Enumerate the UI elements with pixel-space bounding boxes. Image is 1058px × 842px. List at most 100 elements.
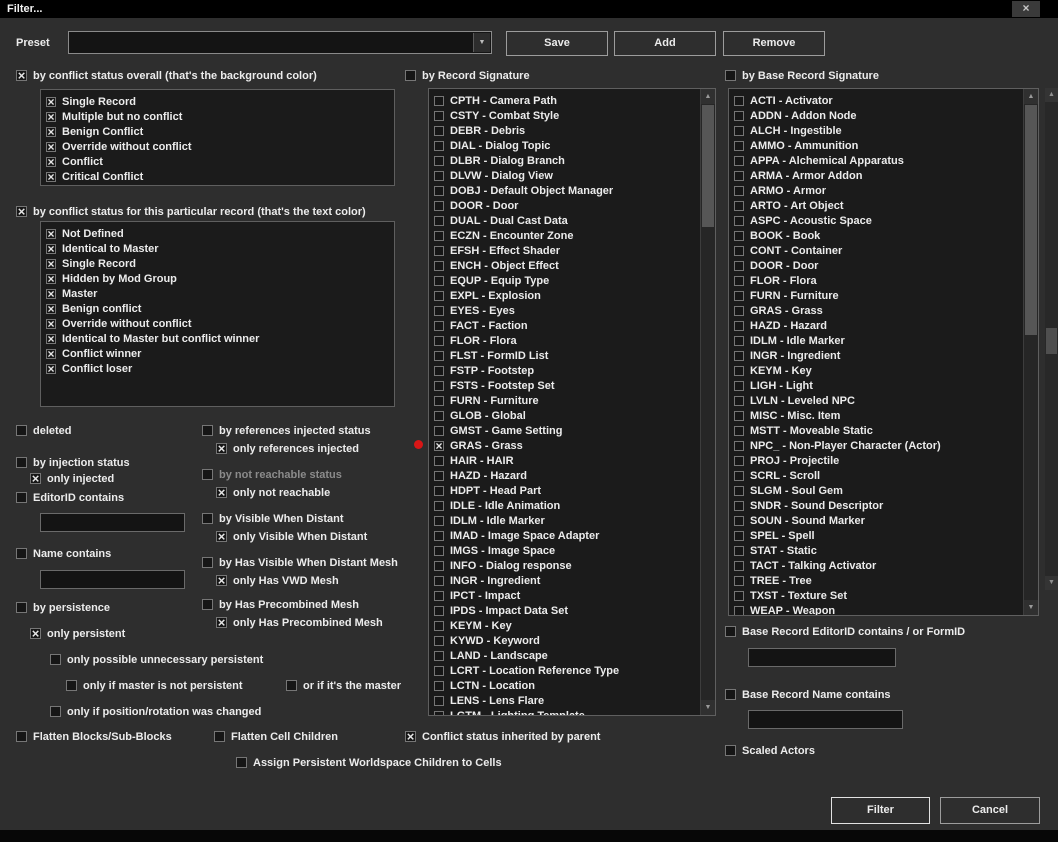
editorid-contains-checkbox[interactable]: EditorID contains	[16, 491, 124, 504]
window-scrollbar[interactable]: ▲ ▼	[1045, 88, 1058, 590]
record-signature-list[interactable]: ▲ ▼ CPTH - Camera Path CSTY - Combat Sty…	[428, 88, 716, 716]
list-item[interactable]: DIAL - Dialog Topic	[429, 138, 715, 153]
checkbox-icon[interactable]	[434, 290, 444, 301]
checkbox-icon[interactable]	[202, 513, 213, 524]
checkbox-icon[interactable]	[434, 335, 444, 346]
list-item[interactable]: Conflict	[41, 154, 394, 169]
checkbox-icon[interactable]	[734, 185, 744, 196]
list-item[interactable]: IDLM - Idle Marker	[429, 513, 715, 528]
checkbox-icon[interactable]	[214, 731, 225, 742]
list-item[interactable]: IDLM - Idle Marker	[729, 333, 1038, 348]
list-item[interactable]: SCRL - Scroll	[729, 468, 1038, 483]
checkbox-icon[interactable]	[434, 245, 444, 256]
checkbox-icon[interactable]	[434, 320, 444, 331]
list-item[interactable]: ARMO - Armor	[729, 183, 1038, 198]
list-item[interactable]: AMMO - Ammunition	[729, 138, 1038, 153]
only-if-master-not-persistent-checkbox[interactable]: only if master is not persistent	[66, 679, 243, 692]
checkbox-icon[interactable]	[16, 70, 27, 81]
checkbox-icon[interactable]	[734, 545, 744, 556]
checkbox-icon[interactable]	[734, 365, 744, 376]
scrollbar-thumb[interactable]	[1025, 105, 1037, 335]
checkbox-icon[interactable]	[734, 410, 744, 421]
checkbox-icon[interactable]	[734, 320, 744, 331]
base-name-input[interactable]	[748, 710, 903, 729]
list-item[interactable]: KYWD - Keyword	[429, 633, 715, 648]
checkbox-icon[interactable]	[734, 260, 744, 271]
list-item[interactable]: LCRT - Location Reference Type	[429, 663, 715, 678]
by-has-precombined-mesh-checkbox[interactable]: by Has Precombined Mesh	[202, 598, 359, 611]
checkbox-icon[interactable]	[734, 350, 744, 361]
checkbox-icon[interactable]	[734, 530, 744, 541]
checkbox-icon[interactable]	[46, 126, 56, 137]
checkbox-icon[interactable]	[734, 230, 744, 241]
checkbox-icon[interactable]	[434, 455, 444, 466]
checkbox-icon[interactable]	[46, 243, 56, 254]
checkbox-icon[interactable]	[734, 515, 744, 526]
checkbox-icon[interactable]	[734, 110, 744, 121]
list-item[interactable]: INGR - Ingredient	[429, 573, 715, 588]
checkbox-icon[interactable]	[434, 410, 444, 421]
list-item[interactable]: ACTI - Activator	[729, 93, 1038, 108]
list-item[interactable]: DOBJ - Default Object Manager	[429, 183, 715, 198]
list-item[interactable]: LENS - Lens Flare	[429, 693, 715, 708]
checkbox-icon[interactable]	[434, 620, 444, 631]
conflict-inherited-checkbox[interactable]: Conflict status inherited by parent	[405, 730, 600, 743]
checkbox-icon[interactable]	[725, 70, 736, 81]
checkbox-icon[interactable]	[734, 155, 744, 166]
checkbox-icon[interactable]	[734, 500, 744, 511]
by-conflict-status-overall-checkbox[interactable]: by conflict status overall (that's the b…	[16, 69, 317, 82]
checkbox-icon[interactable]	[216, 575, 227, 586]
checkbox-icon[interactable]	[50, 654, 61, 665]
list-item[interactable]: Critical Conflict	[41, 169, 394, 184]
checkbox-icon[interactable]	[734, 455, 744, 466]
checkbox-icon[interactable]	[734, 560, 744, 571]
checkbox-icon[interactable]	[46, 171, 56, 182]
checkbox-icon[interactable]	[434, 305, 444, 316]
cancel-button[interactable]: Cancel	[940, 797, 1040, 824]
scroll-down-icon[interactable]: ▼	[1024, 600, 1038, 615]
checkbox-icon[interactable]	[434, 215, 444, 226]
list-item[interactable]: LCTN - Location	[429, 678, 715, 693]
list-item[interactable]: LGTM - Lighting Template	[429, 708, 715, 715]
flatten-cell-children-checkbox[interactable]: Flatten Cell Children	[214, 730, 338, 743]
list-item[interactable]: Master	[41, 286, 394, 301]
list-item[interactable]: SLGM - Soul Gem	[729, 483, 1038, 498]
checkbox-icon[interactable]	[734, 245, 744, 256]
list-item[interactable]: Benign Conflict	[41, 124, 394, 139]
preset-combobox[interactable]: ▼	[68, 31, 492, 54]
list-item[interactable]: FSTS - Footstep Set	[429, 378, 715, 393]
base-record-signature-scrollbar[interactable]: ▲ ▼	[1023, 89, 1038, 615]
list-item[interactable]: SPEL - Spell	[729, 528, 1038, 543]
list-item[interactable]: HAZD - Hazard	[729, 318, 1038, 333]
list-item[interactable]: MISC - Misc. Item	[729, 408, 1038, 423]
checkbox-icon[interactable]	[16, 492, 27, 503]
list-item[interactable]: Single Record	[41, 256, 394, 271]
checkbox-icon[interactable]	[46, 141, 56, 152]
checkbox-icon[interactable]	[434, 680, 444, 691]
checkbox-icon[interactable]	[734, 425, 744, 436]
checkbox-icon[interactable]	[434, 470, 444, 481]
editorid-contains-input[interactable]	[40, 513, 185, 532]
deleted-checkbox[interactable]: deleted	[16, 424, 72, 437]
list-item[interactable]: INGR - Ingredient	[729, 348, 1038, 363]
checkbox-icon[interactable]	[434, 710, 444, 715]
checkbox-icon[interactable]	[434, 440, 444, 451]
checkbox-icon[interactable]	[30, 473, 41, 484]
checkbox-icon[interactable]	[46, 303, 56, 314]
checkbox-icon[interactable]	[434, 125, 444, 136]
list-item[interactable]: EYES - Eyes	[429, 303, 715, 318]
only-if-position-rotation-changed-checkbox[interactable]: only if position/rotation was changed	[50, 705, 261, 718]
checkbox-icon[interactable]	[46, 273, 56, 284]
checkbox-icon[interactable]	[46, 348, 56, 359]
list-item[interactable]: Override without conflict	[41, 316, 394, 331]
list-item[interactable]: BOOK - Book	[729, 228, 1038, 243]
checkbox-icon[interactable]	[434, 530, 444, 541]
checkbox-icon[interactable]	[434, 350, 444, 361]
checkbox-icon[interactable]	[434, 665, 444, 676]
checkbox-icon[interactable]	[434, 230, 444, 241]
scroll-down-icon[interactable]: ▼	[1045, 576, 1058, 590]
scroll-up-icon[interactable]: ▲	[1045, 88, 1058, 102]
checkbox-icon[interactable]	[46, 258, 56, 269]
list-item[interactable]: STAT - Static	[729, 543, 1038, 558]
list-item[interactable]: Hidden by Mod Group	[41, 271, 394, 286]
